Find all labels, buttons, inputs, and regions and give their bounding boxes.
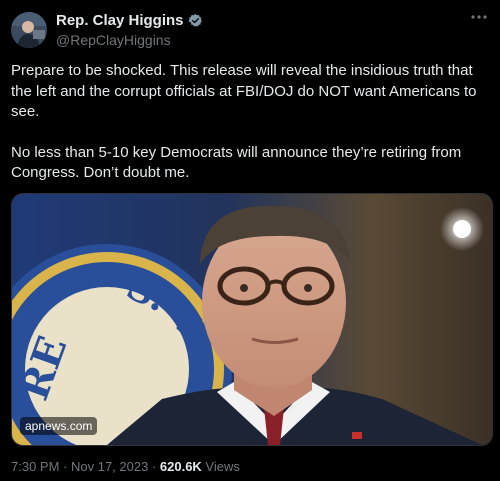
- author-handle[interactable]: @RepClayHiggins: [56, 32, 171, 48]
- separator: ·: [148, 459, 160, 474]
- avatar-image: [11, 12, 47, 48]
- tweet-time[interactable]: 7:30 PM: [11, 459, 59, 474]
- tweet-date[interactable]: Nov 17, 2023: [71, 459, 148, 474]
- tweet-metadata: 7:30 PM · Nov 17, 2023 · 620.6K Views: [11, 459, 240, 474]
- display-name[interactable]: Rep. Clay Higgins: [56, 12, 184, 29]
- tweet-media-photo[interactable]: RE S. H apnews.com: [11, 193, 493, 446]
- tweet-paragraph: No less than 5-10 key Democrats will ann…: [11, 143, 462, 182]
- photo-image: RE S. H: [12, 194, 492, 445]
- tweet-text: Prepare to be shocked. This release will…: [11, 61, 493, 184]
- tweet-card: Rep. Clay Higgins @RepClayHiggins Prepar…: [0, 0, 500, 481]
- name-row: Rep. Clay Higgins: [56, 12, 203, 29]
- tweet-paragraph: Prepare to be shocked. This release will…: [11, 62, 477, 120]
- verified-badge-icon: [188, 13, 203, 28]
- more-horizontal-icon[interactable]: [468, 9, 490, 25]
- media-source-label: apnews.com: [20, 417, 98, 435]
- separator: ·: [59, 459, 71, 474]
- views-count: 620.6K: [159, 459, 202, 474]
- views-label: Views: [201, 459, 240, 474]
- avatar[interactable]: [11, 12, 47, 48]
